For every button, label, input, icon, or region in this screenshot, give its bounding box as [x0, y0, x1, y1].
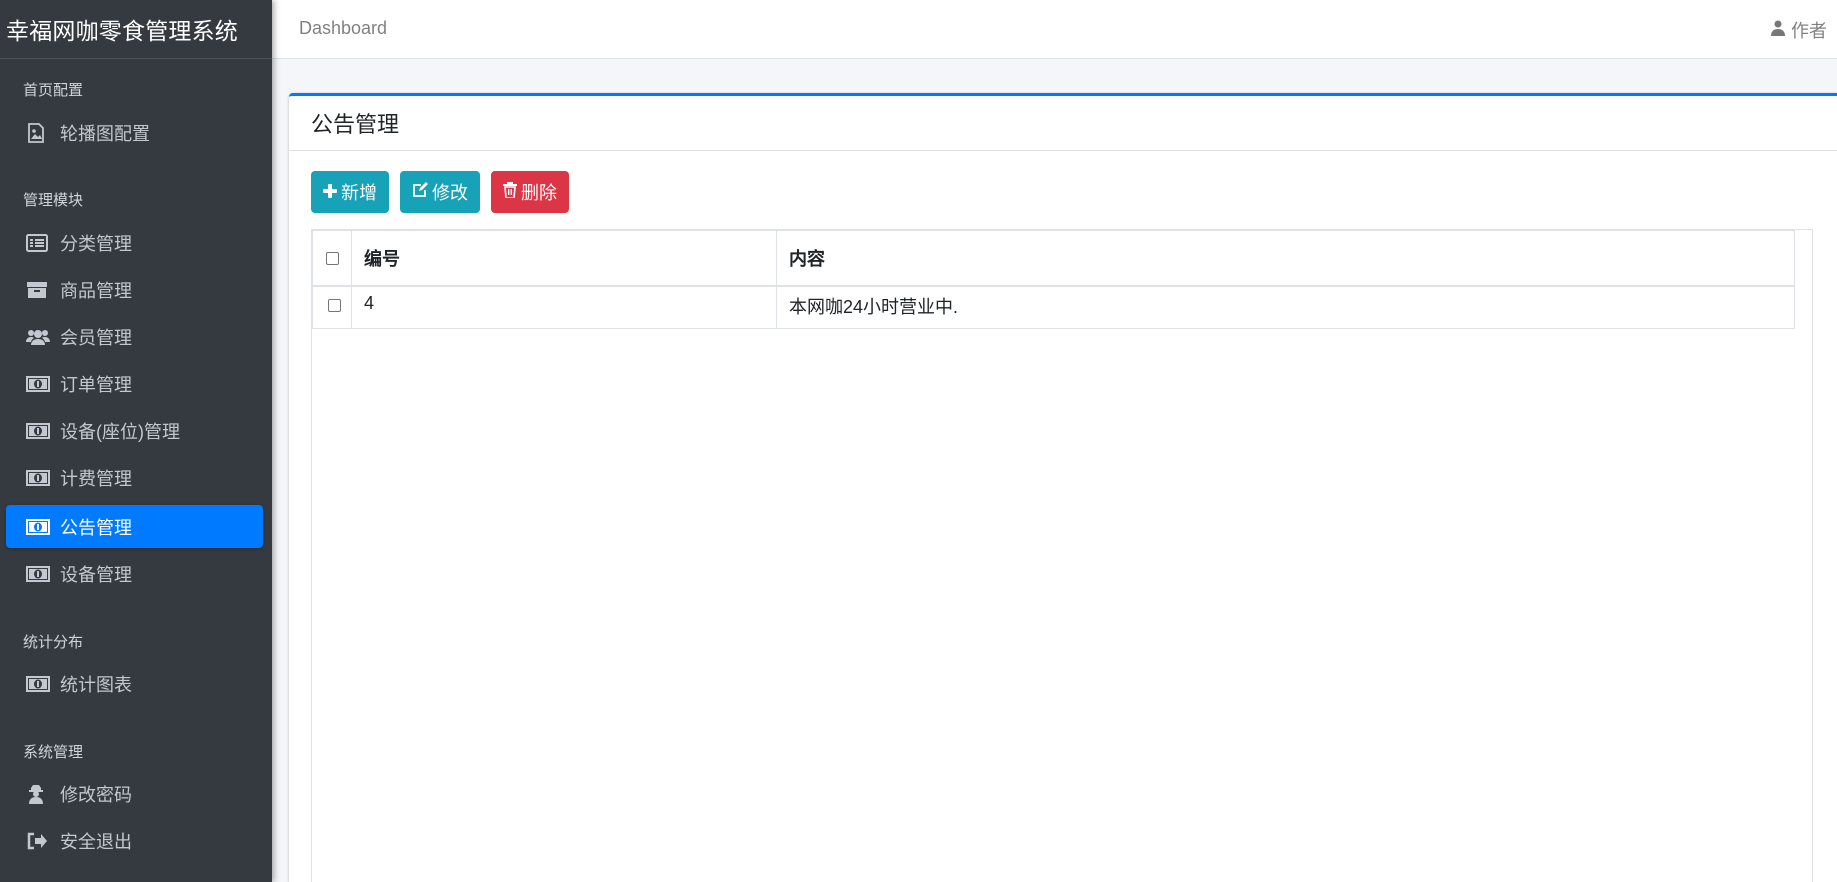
sidebar-item-label: 公告管理 — [60, 517, 132, 538]
add-button[interactable]: 新增 — [311, 171, 389, 213]
row-checkbox[interactable] — [328, 298, 341, 312]
sidebar-item-label: 设备管理 — [60, 564, 132, 585]
delete-button[interactable]: 删除 — [491, 171, 569, 213]
sidebar-item-carousel-config[interactable]: 轮播图配置 — [6, 111, 263, 154]
users-icon — [26, 328, 56, 346]
image-icon — [26, 122, 56, 143]
user-secret-icon — [26, 784, 56, 804]
table-container: 编号 内容 4 本网咖24小时营业中. — [311, 229, 1813, 882]
column-header-content[interactable]: 内容 — [776, 230, 1795, 287]
cell-id: 4 — [351, 285, 777, 329]
money-bill-icon — [26, 565, 56, 582]
edit-button[interactable]: 修改 — [400, 171, 480, 213]
sidebar-item-label: 商品管理 — [60, 280, 132, 301]
sidebar: 幸福网咖零食管理系统 首页配置 轮播图配置 管理模块 分类管理 商品管理 会员管… — [0, 0, 272, 882]
sidebar-item-label: 会员管理 — [60, 327, 132, 348]
select-all-checkbox[interactable] — [325, 252, 339, 265]
sidebar-item-label: 修改密码 — [60, 784, 132, 805]
sidebar-item-device-management[interactable]: 设备管理 — [6, 552, 263, 595]
list-alt-icon — [26, 233, 56, 252]
user-name: 作者 — [1791, 21, 1827, 41]
column-header-id[interactable]: 编号 — [351, 230, 777, 287]
user-menu[interactable]: 作者 — [1771, 17, 1827, 43]
add-button-label: 新增 — [341, 183, 377, 203]
cell-content: 本网咖24小时营业中. — [776, 285, 1795, 329]
sign-out-icon — [26, 832, 56, 850]
money-bill-icon — [26, 469, 56, 486]
sidebar-item-stats-charts[interactable]: 统计图表 — [6, 662, 263, 705]
sidebar-item-announcements[interactable]: 公告管理 — [6, 505, 263, 548]
table-header-row: 编号 内容 — [312, 230, 1795, 287]
user-icon — [1771, 20, 1791, 41]
brand[interactable]: 幸福网咖零食管理系统 — [0, 0, 272, 59]
sidebar-item-label: 订单管理 — [60, 374, 132, 395]
sidebar-item-label: 计费管理 — [60, 468, 132, 489]
sidebar-item-category[interactable]: 分类管理 — [6, 221, 263, 264]
announcement-table: 编号 内容 4 本网咖24小时营业中. — [312, 230, 1795, 329]
table-row[interactable]: 4 本网咖24小时营业中. — [312, 285, 1795, 329]
sidebar-item-label: 统计图表 — [60, 674, 132, 695]
sidebar-item-label: 轮播图配置 — [60, 123, 150, 144]
trash-icon — [503, 181, 521, 203]
sidebar-item-members[interactable]: 会员管理 — [6, 315, 263, 358]
money-bill-icon — [26, 675, 56, 692]
sidebar-item-orders[interactable]: 订单管理 — [6, 362, 263, 405]
card-header: 公告管理 — [289, 96, 1837, 151]
delete-button-label: 删除 — [521, 183, 557, 203]
sidebar-item-label: 设备(座位)管理 — [60, 421, 180, 442]
nav-header-system: 系统管理 — [23, 744, 84, 761]
sidebar-item-devices-seats[interactable]: 设备(座位)管理 — [6, 409, 263, 452]
breadcrumb-dashboard[interactable]: Dashboard — [299, 18, 387, 39]
nav-header-management: 管理模块 — [23, 192, 84, 209]
sidebar-item-change-password[interactable]: 修改密码 — [6, 772, 263, 815]
page-title: 公告管理 — [311, 112, 400, 137]
brand-title[interactable]: 幸福网咖零食管理系统 — [6, 12, 238, 46]
sidebar-item-logout[interactable]: 安全退出 — [6, 819, 263, 862]
sidebar-item-billing[interactable]: 计费管理 — [6, 456, 263, 499]
top-navbar: Dashboard 作者 — [272, 0, 1837, 59]
plus-icon — [323, 182, 341, 203]
money-bill-icon — [26, 518, 56, 535]
nav-header-home-config: 首页配置 — [23, 82, 84, 99]
edit-icon — [412, 181, 432, 203]
announcement-card: 公告管理 新增 修改 删除 编号 内容 4 本网咖24小时营业中. — [289, 93, 1837, 882]
select-all-cell — [312, 230, 352, 287]
money-bill-icon — [26, 422, 56, 439]
sidebar-item-products[interactable]: 商品管理 — [6, 268, 263, 311]
sidebar-item-label: 安全退出 — [60, 831, 132, 852]
toolbar: 新增 修改 删除 — [311, 171, 569, 213]
row-select-cell — [312, 285, 352, 329]
sidebar-item-label: 分类管理 — [60, 233, 132, 254]
money-bill-icon — [26, 375, 56, 392]
nav-header-statistics: 统计分布 — [23, 634, 84, 651]
archive-icon — [26, 281, 56, 299]
edit-button-label: 修改 — [432, 183, 468, 203]
